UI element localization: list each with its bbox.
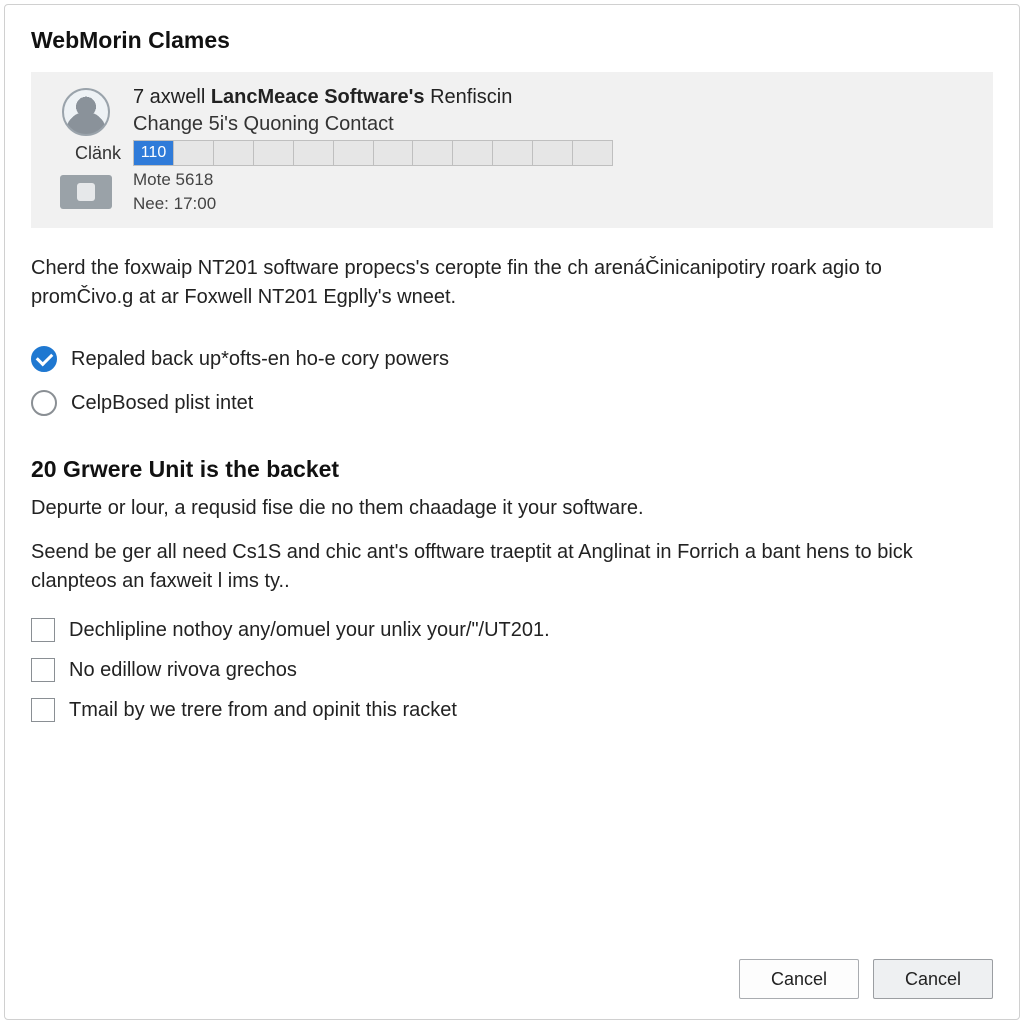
progress-segment [214, 141, 254, 165]
info-line1-bold: LancMeace Software's [211, 86, 425, 108]
checkbox-option-2[interactable]: No edillow rivova grechos [31, 658, 993, 682]
info-line1-suffix: Renfiscin [425, 86, 513, 108]
progress-filled-segment: 110 [134, 141, 174, 165]
device-icon-cell [47, 175, 125, 209]
cancel-button[interactable]: Cancel [739, 959, 859, 999]
progress-bar[interactable]: 110 [133, 140, 613, 166]
progress-segment [174, 141, 214, 165]
progress-segment [453, 141, 493, 165]
radio-checked-icon [31, 346, 57, 372]
checkbox-label: Tmail by we trere from and opinit this r… [69, 699, 457, 722]
cancel-button-primary[interactable]: Cancel [873, 959, 993, 999]
radio-label: CelpBosed plist intet [71, 392, 253, 415]
info-line-1: 7 axwell LancMeace Software's Renfiscin [133, 86, 977, 109]
checkbox-label: No edillow rivova grechos [69, 659, 297, 682]
user-avatar-icon [62, 88, 110, 136]
mote-value: Mote 5618 [133, 170, 977, 190]
description-text: Cherd the foxwaip NT201 software propecs… [31, 254, 971, 312]
page-title: WebMorin Clames [31, 27, 993, 54]
progress-segment [533, 141, 573, 165]
section-subtext: Depurte or lour, a requsid fise die no t… [31, 497, 993, 520]
progress-row: 110 [133, 140, 977, 166]
button-row: Cancel Cancel [739, 959, 993, 999]
checkbox-label: Dechlipline nothoy any/omuel your unlix … [69, 619, 550, 642]
progress-segment [294, 141, 334, 165]
radio-option-1[interactable]: Repaled back up*ofts-en ho-e cory powers [31, 346, 993, 372]
progress-segment [334, 141, 374, 165]
radio-label: Repaled back up*ofts-en ho-e cory powers [71, 348, 449, 371]
checkbox-icon [31, 618, 55, 642]
section-paragraph: Seend be ger all need Cs1S and chic ant'… [31, 538, 981, 596]
progress-segment [254, 141, 294, 165]
radio-group: Repaled back up*ofts-en ho-e cory powers… [31, 346, 993, 416]
checkbox-icon [31, 698, 55, 722]
progress-segment [413, 141, 453, 165]
checkbox-icon [31, 658, 55, 682]
progress-segment [493, 141, 533, 165]
info-panel: 7 axwell LancMeace Software's Renfiscin … [31, 72, 993, 228]
radio-option-2[interactable]: CelpBosed plist intet [31, 390, 993, 416]
dialog-window: WebMorin Clames 7 axwell LancMeace Softw… [4, 4, 1020, 1020]
device-icon [60, 175, 112, 209]
info-line-2: Change 5i's Quoning Contact [133, 113, 977, 136]
avatar-cell [47, 86, 125, 136]
progress-segment [374, 141, 414, 165]
nee-value: Nee: 17:00 [133, 194, 977, 214]
checkbox-option-3[interactable]: Tmail by we trere from and opinit this r… [31, 698, 993, 722]
radio-unchecked-icon [31, 390, 57, 416]
section-heading: 20 Grwere Unit is the backet [31, 456, 993, 483]
progress-label: Clänk [47, 143, 125, 164]
checkbox-option-1[interactable]: Dechlipline nothoy any/omuel your unlix … [31, 618, 993, 642]
checkbox-group: Dechlipline nothoy any/omuel your unlix … [31, 618, 993, 722]
progress-segment [573, 141, 612, 165]
info-line1-prefix: 7 axwell [133, 86, 211, 108]
